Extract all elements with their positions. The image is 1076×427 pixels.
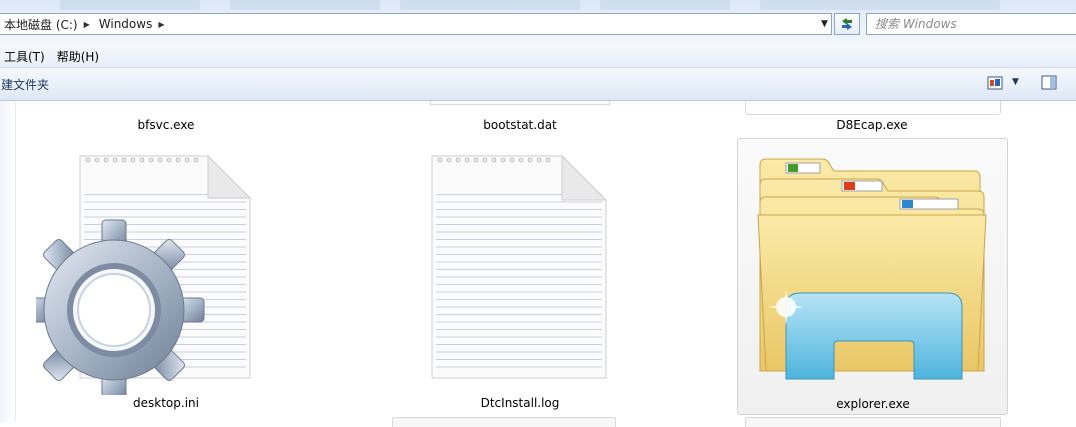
menu-help[interactable]: 帮助(H): [53, 48, 107, 65]
file-label[interactable]: bootstat.dat: [450, 118, 590, 132]
blurred-tab: [600, 0, 730, 10]
file-label[interactable]: explorer.exe: [793, 397, 953, 411]
explorer-folders-icon: [757, 158, 987, 380]
file-item-desktop-ini[interactable]: desktop.ini: [36, 150, 266, 415]
address-bar[interactable]: 本地磁盘 (C:) ▶ Windows ▶: [0, 13, 832, 35]
previous-row-tile: [745, 101, 1001, 115]
file-label[interactable]: desktop.ini: [86, 396, 246, 410]
next-row-tile: [745, 417, 1001, 427]
blurred-tab: [760, 0, 1000, 10]
breadcrumb-drive[interactable]: 本地磁盘 (C:): [0, 16, 81, 33]
address-dropdown-icon[interactable]: ▼: [816, 13, 833, 35]
file-label[interactable]: D8Ecap.exe: [802, 118, 942, 132]
file-label[interactable]: bfsvc.exe: [96, 118, 236, 132]
search-box[interactable]: [866, 13, 1076, 35]
blurred-tab: [400, 0, 580, 10]
menu-tools[interactable]: 工具(T): [0, 48, 53, 65]
blurred-tab: [60, 0, 200, 10]
refresh-button[interactable]: [834, 13, 860, 35]
navigation-pane-edge: [0, 101, 16, 422]
breadcrumb-arrow-icon[interactable]: ▶: [155, 20, 169, 29]
refresh-icon: [842, 18, 852, 30]
file-item-explorer-exe[interactable]: explorer.exe: [737, 138, 1008, 415]
change-view-icon[interactable]: [987, 76, 1003, 90]
command-bar: 建文件夹: [0, 68, 1076, 101]
menu-bar: 工具(T) 帮助(H): [0, 46, 1076, 68]
text-document-icon: [431, 154, 608, 379]
blurred-tab: [230, 0, 380, 10]
view-dropdown-icon[interactable]: ▼: [1012, 77, 1019, 87]
new-folder-button[interactable]: 建文件夹: [0, 76, 49, 93]
previous-row-tile: [430, 101, 610, 105]
preview-pane-icon[interactable]: [1041, 75, 1057, 90]
settings-document-icon: [36, 154, 252, 395]
file-item-dtcinstall-log[interactable]: DtcInstall.log: [420, 150, 620, 415]
next-row-tile: [392, 417, 616, 427]
file-label[interactable]: DtcInstall.log: [440, 396, 600, 410]
breadcrumb-arrow-icon[interactable]: ▶: [81, 20, 95, 29]
breadcrumb-windows[interactable]: Windows: [95, 17, 156, 31]
search-input[interactable]: [867, 14, 1076, 34]
